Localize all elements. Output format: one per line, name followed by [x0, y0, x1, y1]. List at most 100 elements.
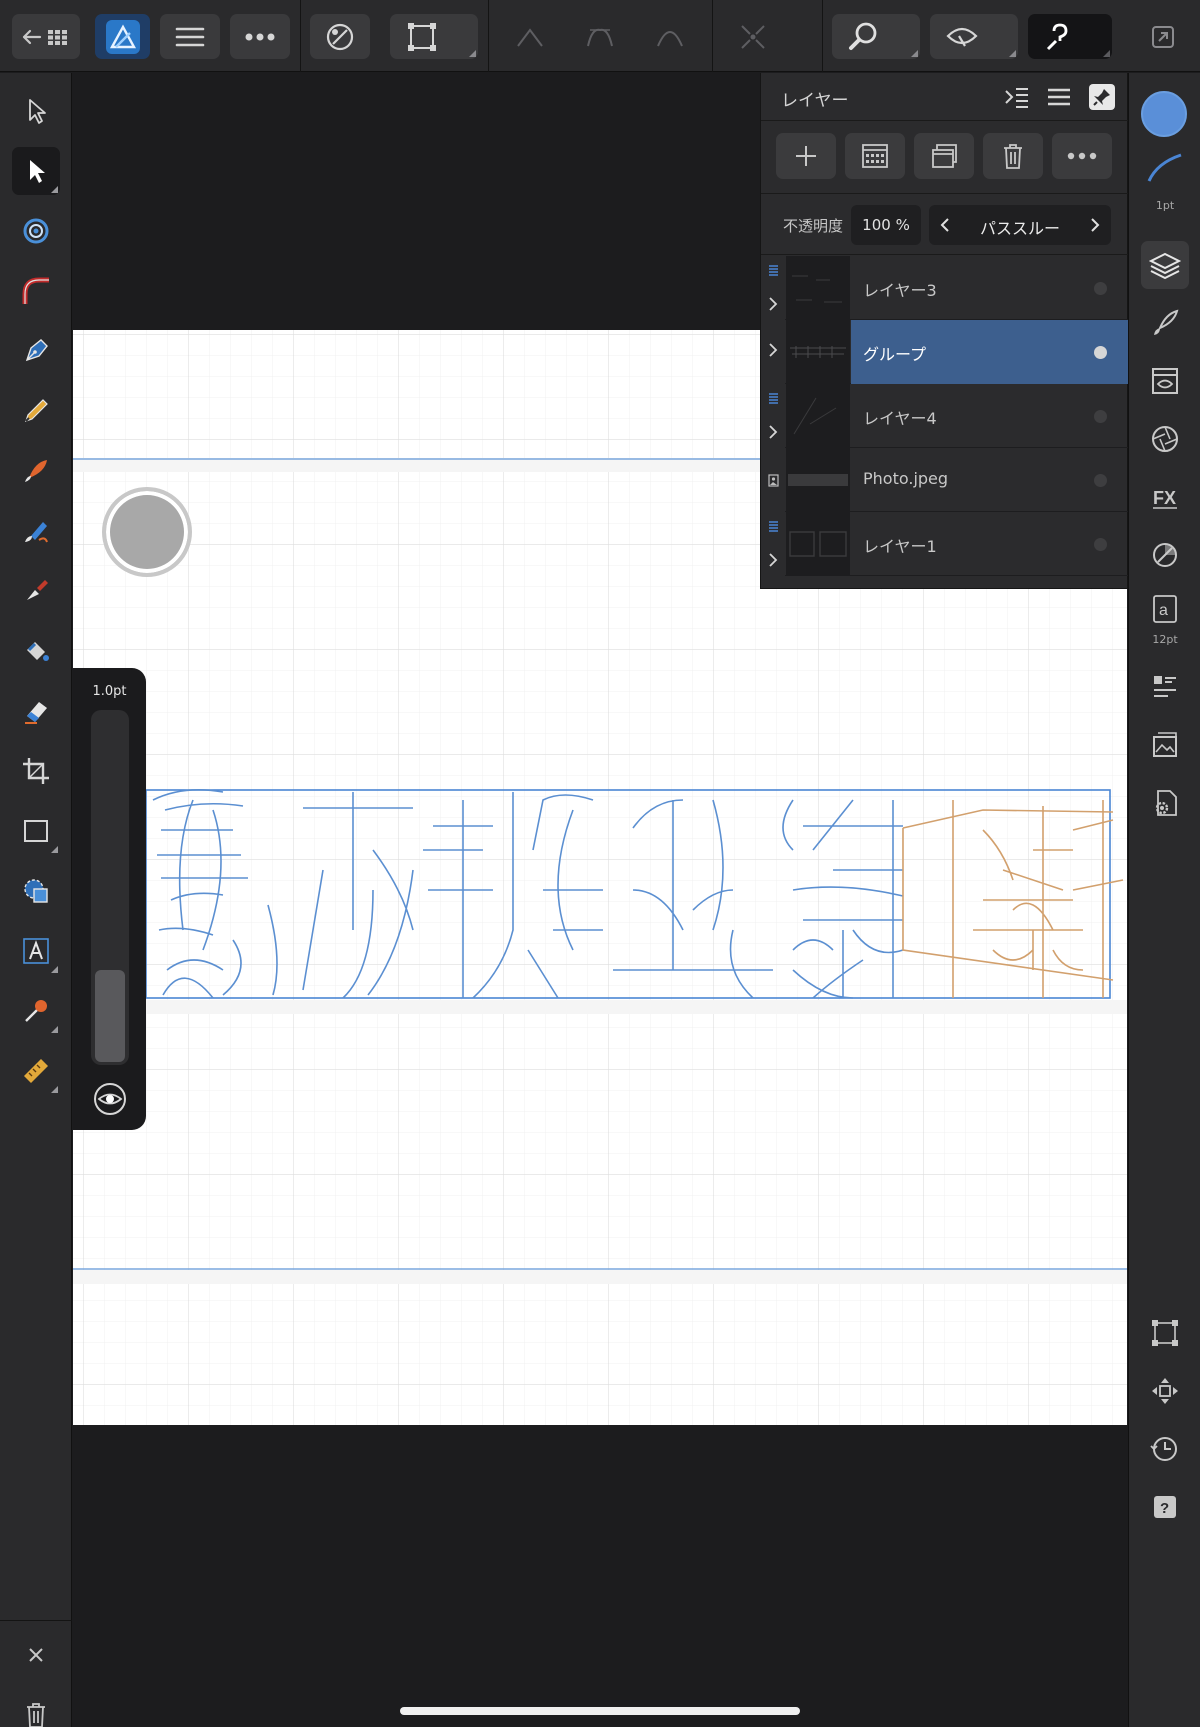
designer-persona-icon — [105, 19, 140, 54]
transparency-studio-button[interactable] — [1141, 415, 1189, 463]
snapping-button[interactable] — [310, 14, 370, 59]
visibility-dot[interactable] — [1094, 282, 1107, 295]
transform-button[interactable] — [390, 14, 478, 59]
hamburger-icon — [175, 27, 205, 46]
quick-help-icon — [1046, 23, 1068, 50]
blend-mode-selector[interactable]: パススルー — [929, 205, 1111, 245]
node-arrow-icon — [30, 160, 45, 183]
fullscreen-button[interactable] — [1140, 14, 1185, 59]
layer-name: Photo.jpeg — [863, 469, 949, 488]
navigator-button[interactable] — [1141, 1367, 1189, 1415]
layer-row[interactable]: レイヤー1 — [761, 512, 1129, 576]
view-mode-icon — [946, 27, 978, 47]
appearance-icon — [1152, 368, 1178, 394]
crop-tool[interactable] — [12, 747, 60, 795]
zoom-button[interactable] — [832, 14, 920, 59]
sharp-node-button[interactable] — [507, 14, 552, 59]
panel-menu-button[interactable] — [1045, 83, 1073, 111]
expand-chevron-icon[interactable] — [767, 342, 779, 358]
collapse-panel-button[interactable] — [1003, 83, 1031, 111]
snapping-magnet-icon — [326, 23, 354, 50]
point-transform-tool[interactable] — [12, 207, 60, 255]
layers-blend-row: 不透明度 100 % パススルー — [761, 195, 1129, 255]
ruler-icon — [24, 1059, 48, 1083]
more-layer-actions-button[interactable] — [1052, 133, 1112, 179]
pin-panel-button[interactable] — [1089, 84, 1115, 110]
effects-studio-button[interactable]: FX — [1141, 473, 1189, 521]
color-picker-tool[interactable] — [12, 987, 60, 1035]
layer-row[interactable]: レイヤー4 — [761, 384, 1129, 448]
smooth-node-button[interactable] — [577, 14, 622, 59]
text-tool[interactable] — [12, 927, 60, 975]
pressure-toggle-icon[interactable] — [93, 1082, 127, 1116]
history-clock-icon — [1150, 1437, 1177, 1461]
visibility-dot[interactable] — [1094, 474, 1107, 487]
fill-color-swatch[interactable] — [1141, 91, 1187, 137]
close-button[interactable] — [12, 1631, 60, 1679]
pixel-layer-icon — [862, 144, 888, 168]
view-mode-button[interactable] — [930, 14, 1018, 59]
layers-panel-header: レイヤー — [761, 73, 1129, 121]
layers-panel: レイヤー 不透明度 100 % パススルー レイヤー3 グループ レイヤー4 P… — [760, 73, 1129, 589]
corner-tool[interactable] — [12, 267, 60, 315]
break-curve-icon — [740, 24, 765, 49]
expand-chevron-icon[interactable] — [767, 552, 779, 568]
help-button[interactable]: ? — [1141, 1483, 1189, 1531]
transform-studio-button[interactable] — [1141, 1309, 1189, 1357]
layer-row[interactable]: レイヤー3 — [761, 256, 1129, 320]
pressure-thumb[interactable] — [95, 970, 125, 1062]
add-pixel-layer-button[interactable] — [845, 133, 905, 179]
quick-help-button[interactable] — [1028, 14, 1112, 59]
transform-box-icon — [1152, 1320, 1178, 1346]
paint-tool[interactable] — [12, 627, 60, 675]
visibility-dot[interactable] — [1094, 346, 1107, 359]
blend-mode-next-button[interactable] — [1085, 213, 1105, 237]
expand-chevron-icon[interactable] — [767, 296, 779, 312]
break-curve-button[interactable] — [730, 14, 775, 59]
add-layer-button[interactable] — [776, 133, 836, 179]
color-studio-button[interactable] — [1141, 531, 1189, 579]
top-toolbar — [0, 0, 1200, 72]
brushes-studio-button[interactable] — [1141, 299, 1189, 347]
pencil-tool[interactable] — [12, 387, 60, 435]
layers-studio-button[interactable] — [1141, 241, 1189, 289]
layer-thumbnail — [786, 256, 850, 320]
layer-name: レイヤー4 — [863, 409, 937, 428]
text-studio-button[interactable]: a — [1141, 585, 1189, 633]
eraser-tool[interactable] — [12, 687, 60, 735]
image-layer-icon — [768, 474, 779, 487]
delete-button[interactable] — [12, 1691, 60, 1727]
shape-tool[interactable] — [12, 867, 60, 915]
assets-studio-button[interactable] — [1141, 721, 1189, 769]
expand-chevron-icon[interactable] — [767, 424, 779, 440]
duplicate-layer-button[interactable] — [914, 133, 974, 179]
trash-icon — [27, 1703, 45, 1727]
stroke-button[interactable] — [1141, 143, 1189, 193]
node-tool[interactable] — [12, 147, 60, 195]
back-button[interactable] — [12, 14, 80, 59]
delete-layer-button[interactable] — [983, 133, 1043, 179]
smart-node-button[interactable] — [647, 14, 692, 59]
menu-button[interactable] — [160, 14, 220, 59]
navigator-studio-button[interactable] — [1141, 663, 1189, 711]
rectangle-tool[interactable] — [12, 807, 60, 855]
move-tool[interactable] — [12, 87, 60, 135]
vector-brush-tool[interactable] — [12, 447, 60, 495]
home-indicator — [400, 1707, 800, 1715]
history-button[interactable] — [1141, 1425, 1189, 1473]
measure-tool[interactable] — [12, 1047, 60, 1095]
pen-tool[interactable] — [12, 327, 60, 375]
opacity-field[interactable]: 100 % — [851, 205, 921, 245]
trash-icon — [1004, 144, 1022, 169]
visibility-dot[interactable] — [1094, 538, 1107, 551]
fill-tool[interactable] — [12, 507, 60, 555]
touch-indicator — [102, 487, 192, 577]
more-button[interactable] — [230, 14, 290, 59]
layer-row[interactable]: Photo.jpeg — [761, 448, 1129, 512]
knife-tool[interactable] — [12, 567, 60, 615]
appearance-studio-button[interactable] — [1141, 357, 1189, 405]
visibility-dot[interactable] — [1094, 410, 1107, 423]
persona-button[interactable] — [95, 14, 150, 59]
document-settings-button[interactable] — [1141, 779, 1189, 827]
layer-row[interactable]: グループ — [761, 320, 1129, 384]
